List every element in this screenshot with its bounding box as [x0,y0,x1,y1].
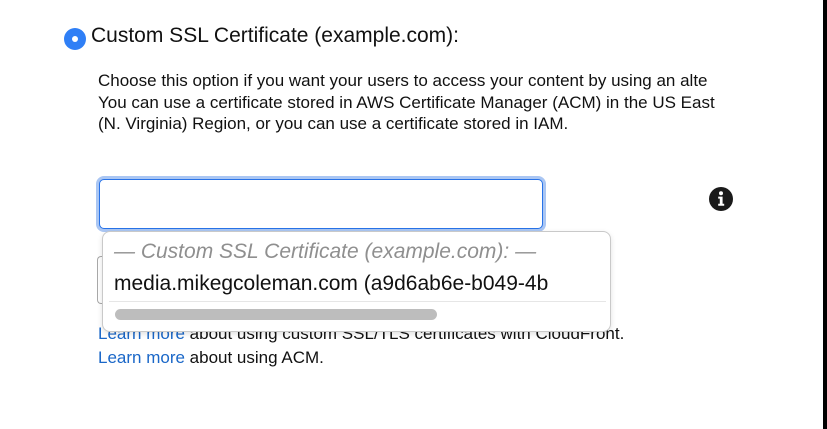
acm-help-text: Learn more about using ACM. [98,348,324,368]
acm-help-rest: about using ACM. [184,348,324,367]
description-line-3: (N. Virginia) Region, or you can use a c… [98,114,569,133]
custom-ssl-label[interactable]: Custom SSL Certificate (example.com): [91,24,459,48]
window-edge [823,0,827,429]
custom-ssl-radio[interactable] [64,28,86,50]
dropdown-divider [109,301,606,302]
description-line-1: Choose this option if you want your user… [98,71,708,90]
certificate-dropdown[interactable]: — Custom SSL Certificate (example.com): … [102,231,611,332]
dropdown-group-label: — Custom SSL Certificate (example.com): … [114,240,537,263]
acm-learn-more-link[interactable]: Learn more [98,348,185,367]
certificate-search-input[interactable] [99,179,543,229]
certificate-option[interactable]: media.mikegcoleman.com (a9d6ab6e-b049-4b [114,272,607,296]
horizontal-scrollbar[interactable] [115,309,437,320]
radio-selected-dot [72,36,78,42]
info-circle-icon[interactable] [708,186,734,212]
ssl-settings-panel: Custom SSL Certificate (example.com): Ch… [0,0,827,429]
custom-ssl-description: Choose this option if you want your user… [98,70,823,135]
description-line-2: You can use a certificate stored in AWS … [98,92,715,112]
